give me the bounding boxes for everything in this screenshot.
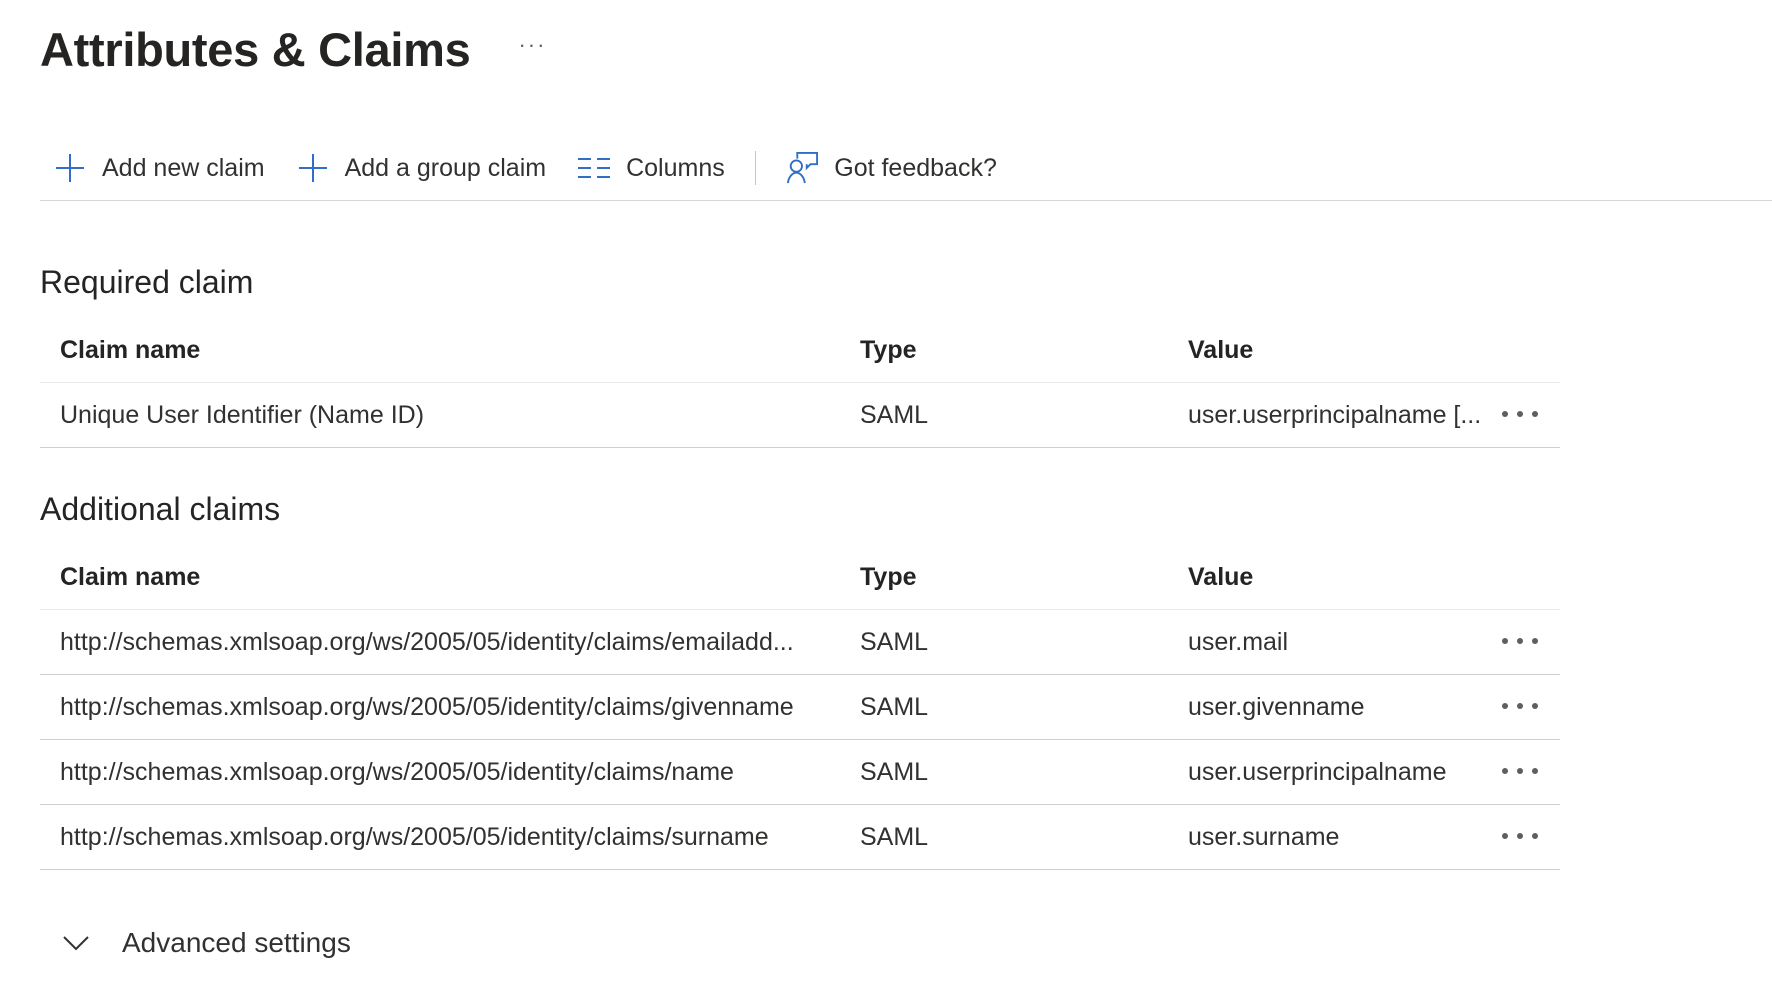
claim-name-cell: http://schemas.xmlsoap.org/ws/2005/05/id… xyxy=(60,757,734,786)
page-title: Attributes & Claims xyxy=(40,22,471,76)
column-header-type[interactable]: Type xyxy=(860,563,917,592)
claim-type-cell: SAML xyxy=(860,400,929,429)
table-header-row: Claim name Type Value xyxy=(40,318,1560,383)
row-more-actions-icon[interactable] xyxy=(1502,700,1538,712)
advanced-settings-toggle[interactable]: Advanced settings xyxy=(60,918,351,968)
page-header: Attributes & Claims ··· xyxy=(40,14,546,84)
row-more-actions-icon[interactable] xyxy=(1502,635,1538,647)
columns-button[interactable]: Columns xyxy=(562,146,741,190)
column-header-value[interactable]: Value xyxy=(1188,336,1253,365)
claim-name-cell: Unique User Identifier (Name ID) xyxy=(60,400,425,429)
more-options-button[interactable]: ··· xyxy=(518,32,546,58)
add-group-claim-label: Add a group claim xyxy=(344,153,547,182)
column-header-claim-name[interactable]: Claim name xyxy=(60,563,840,592)
columns-label: Columns xyxy=(626,153,725,182)
add-group-claim-button[interactable]: Add a group claim xyxy=(281,146,563,190)
table-row[interactable]: http://schemas.xmlsoap.org/ws/2005/05/id… xyxy=(40,740,1560,805)
claim-name-cell: http://schemas.xmlsoap.org/ws/2005/05/id… xyxy=(60,627,794,656)
claim-name-cell: http://schemas.xmlsoap.org/ws/2005/05/id… xyxy=(60,692,794,721)
table-row[interactable]: http://schemas.xmlsoap.org/ws/2005/05/id… xyxy=(40,610,1560,675)
required-claims-table: Claim name Type Value Unique User Identi… xyxy=(40,318,1560,448)
feedback-person-icon xyxy=(786,152,819,184)
add-new-claim-label: Add new claim xyxy=(102,153,265,182)
command-bar: Add new claim Add a group claim Columns … xyxy=(40,136,1772,201)
claim-value-cell: user.mail xyxy=(1188,627,1289,656)
column-header-claim-name[interactable]: Claim name xyxy=(60,336,840,365)
advanced-settings-label: Advanced settings xyxy=(122,927,351,958)
chevron-down-icon xyxy=(60,927,92,959)
table-row[interactable]: http://schemas.xmlsoap.org/ws/2005/05/id… xyxy=(40,805,1560,870)
plus-icon xyxy=(297,152,329,184)
claim-value-cell: user.surname xyxy=(1188,822,1340,851)
toolbar-divider xyxy=(754,151,757,185)
claim-type-cell: SAML xyxy=(860,757,929,786)
column-header-type[interactable]: Type xyxy=(860,336,917,365)
plus-icon xyxy=(54,152,86,184)
feedback-label: Got feedback? xyxy=(834,153,997,182)
row-more-actions-icon[interactable] xyxy=(1502,765,1538,777)
claim-value-cell: user.userprincipalname [... xyxy=(1188,400,1482,429)
claim-value-cell: user.givenname xyxy=(1188,692,1365,721)
row-more-actions-icon[interactable] xyxy=(1502,408,1538,420)
claim-name-cell: http://schemas.xmlsoap.org/ws/2005/05/id… xyxy=(60,822,769,851)
additional-claims-heading: Additional claims xyxy=(40,491,281,527)
column-header-value[interactable]: Value xyxy=(1188,563,1253,592)
claim-type-cell: SAML xyxy=(860,627,929,656)
table-header-row: Claim name Type Value xyxy=(40,545,1560,610)
table-row[interactable]: Unique User Identifier (Name ID) SAML us… xyxy=(40,383,1560,448)
columns-icon xyxy=(578,152,611,184)
add-new-claim-button[interactable]: Add new claim xyxy=(40,146,281,190)
feedback-button[interactable]: Got feedback? xyxy=(770,146,1013,190)
table-row[interactable]: http://schemas.xmlsoap.org/ws/2005/05/id… xyxy=(40,675,1560,740)
claim-type-cell: SAML xyxy=(860,822,929,851)
required-claim-heading: Required claim xyxy=(40,264,254,300)
row-more-actions-icon[interactable] xyxy=(1502,830,1538,842)
claim-type-cell: SAML xyxy=(860,692,929,721)
additional-claims-table: Claim name Type Value http://schemas.xml… xyxy=(40,545,1560,870)
claim-value-cell: user.userprincipalname xyxy=(1188,757,1447,786)
